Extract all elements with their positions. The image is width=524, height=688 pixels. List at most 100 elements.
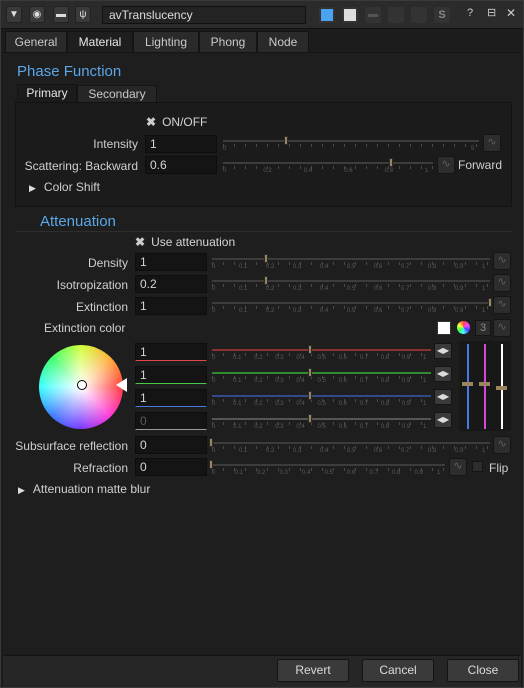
slider-knob[interactable] <box>264 254 268 263</box>
isotropization-slider[interactable]: 0 0.1 0.2 0.3 0.4 0.5 0.6 0.7 0.8 0.9 1 <box>212 274 490 292</box>
density-slider[interactable]: 0 0.1 0.2 0.3 0.4 0.5 0.6 0.7 0.8 0.9 1 <box>212 252 490 270</box>
scattering-slider[interactable]: 0 0.2 0.4 0.6 0.8 1 <box>223 156 433 174</box>
refraction-anim-icon[interactable]: ∿ <box>449 458 467 476</box>
red-stepper[interactable]: ◀▶ <box>434 343 452 359</box>
intensity-anim-icon[interactable]: ∿ <box>483 134 501 152</box>
slider-knob[interactable] <box>308 345 312 354</box>
slider-knob[interactable] <box>308 414 312 423</box>
slider-knob[interactable] <box>389 158 393 167</box>
alpha-stepper[interactable]: ◀▶ <box>434 412 452 428</box>
tab-material[interactable]: Material <box>67 31 133 53</box>
intensity-slider[interactable]: 05 <box>223 134 479 152</box>
loop-icon[interactable] <box>411 7 427 23</box>
tick-number: 0 <box>223 146 227 152</box>
blue-bar[interactable] <box>467 344 469 429</box>
blue-field[interactable]: 1 <box>135 389 207 407</box>
slider-knob[interactable] <box>308 368 312 377</box>
tab-node[interactable]: Node <box>257 31 309 53</box>
bar-knob[interactable] <box>462 382 473 386</box>
extinction-label: Extinction <box>75 300 128 314</box>
extinction-anim-icon[interactable]: ∿ <box>493 296 511 314</box>
alpha-slider[interactable]: 0 0.1 0.2 0.3 0.4 0.5 0.6 0.7 0.8 0.9 1 <box>212 412 431 430</box>
color-picker-icon[interactable] <box>457 321 470 334</box>
forward-label: Forward <box>458 158 503 172</box>
tick-number: 0.9 <box>401 355 411 361</box>
magenta-bar[interactable] <box>484 344 486 429</box>
use-attenuation-checkbox[interactable]: ✖ Use attenuation <box>135 235 235 249</box>
slider-knob[interactable] <box>308 391 312 400</box>
tick-number: 0.6 <box>347 470 356 476</box>
scattering-field[interactable]: 0.6 <box>145 156 217 174</box>
tab-primary[interactable]: Primary <box>17 84 77 102</box>
blue-stepper[interactable]: ◀▶ <box>434 389 452 405</box>
tick-number: 0 <box>212 424 216 430</box>
close-icon[interactable]: ✕ <box>506 6 516 20</box>
extinction-slider[interactable]: 0 0.1 0.2 0.3 0.4 0.5 0.6 0.7 0.8 0.9 1 <box>212 296 492 314</box>
subsurface-anim-icon[interactable]: ∿ <box>493 436 511 454</box>
bar-knob[interactable] <box>496 386 507 390</box>
float-icon[interactable]: ⊟ <box>487 6 496 19</box>
phase-onoff-checkbox[interactable]: ✖ ON/OFF <box>146 115 207 129</box>
matte-blur-disclosure[interactable]: ▶ Attenuation matte blur <box>18 482 150 496</box>
viewer-icon[interactable]: ▬ <box>53 6 69 23</box>
tick-number: 0.4 <box>320 264 329 270</box>
extinction-field[interactable]: 1 <box>135 297 207 315</box>
tab-phong[interactable]: Phong <box>199 31 257 53</box>
extcolor-anim-icon[interactable]: ∿ <box>493 319 511 337</box>
tab-general[interactable]: General <box>5 31 67 53</box>
tab-lighting[interactable]: Lighting <box>133 31 199 53</box>
tab-secondary[interactable]: Secondary <box>77 85 157 103</box>
alpha-field[interactable]: 0 <box>135 412 207 430</box>
red-slider[interactable]: 0 0.1 0.2 0.3 0.4 0.5 0.6 0.7 0.8 0.9 1 <box>212 343 431 361</box>
subsurface-slider[interactable]: 0 0.1 0.2 0.3 0.4 0.5 0.6 0.7 0.8 0.9 1 <box>209 436 490 454</box>
slider-knob[interactable] <box>264 276 268 285</box>
color-wheel-cursor[interactable] <box>77 380 87 390</box>
color-swatch-icon[interactable] <box>319 7 335 23</box>
isotropization-anim-icon[interactable]: ∿ <box>493 274 511 292</box>
blue-slider[interactable]: 0 0.1 0.2 0.3 0.4 0.5 0.6 0.7 0.8 0.9 1 <box>212 389 431 407</box>
color-shift-disclosure[interactable]: ▶ Color Shift <box>29 180 100 194</box>
tick-number: 0.3 <box>293 286 302 292</box>
cancel-button[interactable]: Cancel <box>362 659 434 682</box>
color-swatch-icon[interactable] <box>437 321 451 335</box>
tick-number: 0.7 <box>359 355 369 361</box>
tick-number: 0.2 <box>254 424 263 430</box>
revert-button[interactable]: Revert <box>277 659 349 682</box>
arrow-icon[interactable] <box>388 7 404 23</box>
flip-checkbox[interactable] <box>472 461 483 472</box>
footer-bar <box>3 655 521 687</box>
tick-number: 0.8 <box>380 355 390 361</box>
slider-knob[interactable] <box>284 136 288 145</box>
slider-knob[interactable] <box>488 298 492 307</box>
refraction-field[interactable]: 0 <box>135 458 207 476</box>
refraction-slider[interactable]: 0 0.1 0.2 0.3 0.4 0.5 0.6 0.7 0.8 0.9 1 <box>209 458 445 476</box>
tick-number: 0 <box>223 168 227 174</box>
tick-number: 0.6 <box>338 355 347 361</box>
tick-number: 0.7 <box>401 308 410 314</box>
slider-knob[interactable] <box>209 438 213 447</box>
collapse-icon[interactable]: ▼ <box>6 6 22 23</box>
mask-icon[interactable] <box>342 7 358 23</box>
isotropization-field[interactable]: 0.2 <box>135 275 207 293</box>
close-button[interactable]: Close <box>447 659 519 682</box>
node-icon[interactable]: ◉ <box>29 6 45 23</box>
slider-knob[interactable] <box>209 460 213 469</box>
camera-icon[interactable]: ▬ <box>365 7 381 23</box>
subsurface-field[interactable]: 0 <box>135 436 207 454</box>
green-field[interactable]: 1 <box>135 366 207 384</box>
intensity-field[interactable]: 1 <box>145 135 217 153</box>
red-field[interactable]: 1 <box>135 343 207 361</box>
scattering-anim-icon[interactable]: ∿ <box>437 156 455 174</box>
tick-number: 0.1 <box>239 448 248 454</box>
s-icon[interactable]: S <box>434 7 450 23</box>
tick-number: 0.6 <box>374 448 383 454</box>
green-stepper[interactable]: ◀▶ <box>434 366 452 382</box>
green-slider[interactable]: 0 0.1 0.2 0.3 0.4 0.5 0.6 0.7 0.8 0.9 1 <box>212 366 431 384</box>
help-icon[interactable]: ? <box>467 7 473 19</box>
wrench-icon[interactable]: ψ <box>75 6 91 23</box>
node-name-field[interactable]: avTranslucency <box>102 6 306 24</box>
bar-knob[interactable] <box>479 382 490 386</box>
density-anim-icon[interactable]: ∿ <box>493 252 511 270</box>
value-pointer-icon[interactable] <box>116 378 127 392</box>
density-field[interactable]: 1 <box>135 253 207 271</box>
